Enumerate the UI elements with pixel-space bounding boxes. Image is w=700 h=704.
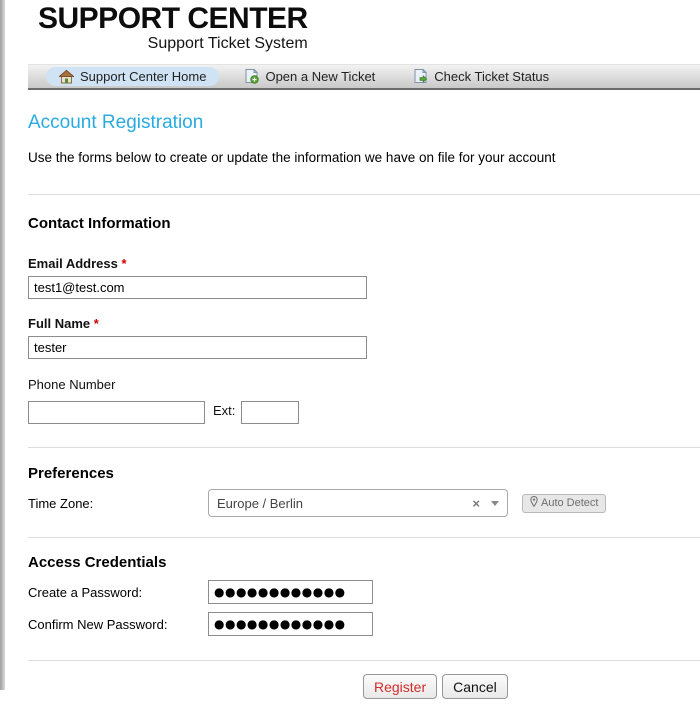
chevron-down-icon[interactable] [491, 501, 499, 506]
tab-support-center-home[interactable]: Support Center Home [46, 67, 219, 86]
page-description: Use the forms below to create or update … [28, 149, 700, 166]
ext-field[interactable] [241, 401, 299, 424]
password-field[interactable] [208, 580, 373, 604]
timezone-row: Time Zone: Europe / Berlin × Auto Detect [28, 489, 700, 517]
page: SUPPORT CENTER Support Ticket System G S… [28, 0, 700, 699]
home-icon [59, 70, 74, 84]
form-actions: Register Cancel [28, 674, 700, 699]
email-label: Email Address * [28, 256, 700, 271]
password-row: Create a Password: [28, 580, 700, 604]
password-label: Create a Password: [28, 585, 208, 600]
logo: SUPPORT CENTER Support Ticket System [38, 3, 308, 53]
logo-tagline: Support Ticket System [38, 35, 308, 53]
fullname-label-text: Full Name [28, 316, 90, 331]
divider [28, 447, 700, 448]
nav-bar: Support Center Home Open a New Ticket [28, 64, 700, 90]
divider [28, 537, 700, 538]
timezone-select[interactable]: Europe / Berlin × [208, 489, 508, 517]
email-field[interactable] [28, 276, 367, 299]
divider [28, 194, 700, 195]
confirm-password-row: Confirm New Password: [28, 612, 700, 636]
page-title: Account Registration [28, 111, 700, 134]
ticket-status-icon [413, 69, 428, 84]
ext-label: Ext: [213, 403, 235, 418]
divider [28, 660, 700, 661]
tab-label: Open a New Ticket [265, 69, 375, 84]
section-heading-preferences: Preferences [28, 465, 700, 482]
location-pin-icon [530, 496, 538, 510]
timezone-selected-value: Europe / Berlin [217, 496, 303, 511]
cancel-button[interactable]: Cancel [442, 674, 508, 699]
confirm-password-field[interactable] [208, 612, 373, 636]
register-button[interactable]: Register [363, 674, 437, 699]
confirm-password-label: Confirm New Password: [28, 617, 208, 632]
timezone-label: Time Zone: [28, 496, 208, 511]
auto-detect-label: Auto Detect [541, 497, 598, 509]
phone-row: Ext: [28, 396, 700, 424]
required-marker: * [121, 256, 126, 271]
tab-label: Check Ticket Status [434, 69, 549, 84]
fullname-field[interactable] [28, 336, 367, 359]
auto-detect-button[interactable]: Auto Detect [522, 494, 606, 513]
section-heading-contact: Contact Information [28, 215, 700, 232]
header: SUPPORT CENTER Support Ticket System G [28, 0, 700, 64]
fullname-label: Full Name * [28, 316, 700, 331]
logo-title: SUPPORT CENTER [38, 3, 308, 35]
section-heading-credentials: Access Credentials [28, 554, 700, 571]
tab-open-new-ticket[interactable]: Open a New Ticket [231, 67, 388, 86]
tab-label: Support Center Home [80, 69, 206, 84]
email-label-text: Email Address [28, 256, 118, 271]
phone-label: Phone Number [28, 377, 700, 392]
clear-selection-icon[interactable]: × [472, 496, 480, 511]
window-edge-strip [0, 0, 5, 690]
new-ticket-icon [244, 69, 259, 84]
tab-check-ticket-status[interactable]: Check Ticket Status [400, 67, 562, 86]
phone-field[interactable] [28, 401, 205, 424]
required-marker: * [94, 316, 99, 331]
